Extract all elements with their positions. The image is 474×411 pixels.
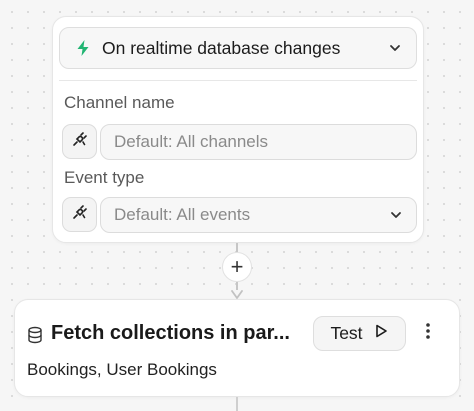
more-options-button[interactable]	[419, 322, 437, 344]
add-step-button[interactable]: +	[222, 252, 252, 282]
trigger-label: On realtime database changes	[102, 37, 341, 58]
channel-dynamic-toggle[interactable]	[62, 124, 97, 159]
trigger-select[interactable]: On realtime database changes	[59, 27, 417, 69]
plug-icon	[71, 203, 89, 226]
more-vertical-icon	[425, 322, 431, 345]
channel-name-input[interactable]: Default: All channels	[100, 124, 417, 160]
action-title: Fetch collections in par...	[51, 322, 290, 344]
connector-line	[236, 397, 238, 411]
event-type-label: Event type	[64, 168, 145, 187]
test-button[interactable]: Test	[313, 316, 406, 351]
chevron-down-icon	[389, 208, 403, 222]
event-type-select[interactable]: Default: All events	[100, 197, 417, 233]
plug-icon	[71, 130, 89, 153]
event-dynamic-toggle[interactable]	[62, 197, 97, 232]
chevron-down-icon	[388, 41, 402, 55]
arrow-down-icon	[231, 287, 243, 299]
action-subtitle: Bookings, User Bookings	[27, 360, 217, 379]
trigger-card: On realtime database changes Channel nam…	[52, 16, 424, 243]
channel-name-label: Channel name	[64, 93, 175, 112]
divider	[59, 80, 417, 81]
action-card[interactable]: Fetch collections in par... Test Booking…	[14, 299, 460, 397]
test-button-label: Test	[330, 323, 363, 343]
bolt-icon	[74, 39, 92, 57]
play-icon	[373, 323, 389, 344]
event-type-placeholder: Default: All events	[114, 205, 251, 224]
database-icon	[27, 326, 43, 344]
connector-line	[236, 243, 238, 252]
channel-name-placeholder: Default: All channels	[114, 132, 269, 151]
